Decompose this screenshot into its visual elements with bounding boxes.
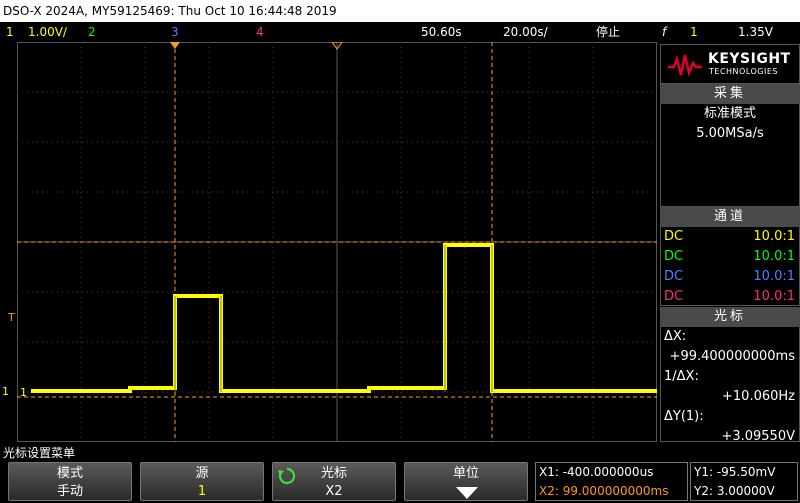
channel-header: 通道	[660, 207, 800, 227]
cursor-x1-marker[interactable]	[170, 42, 180, 49]
inv-delta-x-label: 1/ΔX:	[664, 369, 699, 384]
cursor-softkey-label: 光标	[320, 466, 347, 481]
channel-panel: 通道 DC 10.0:1 DC 10.0:1 DC 10.0:1 DC 10.0…	[660, 207, 800, 306]
x1-readout: X1: -400.000000us	[539, 465, 654, 479]
ch1-number[interactable]: 1	[6, 22, 14, 42]
channel-row-2: DC 10.0:1	[661, 247, 799, 267]
ch3-probe: 10.0:1	[753, 269, 795, 284]
ch2-coupling: DC	[664, 249, 684, 264]
mode-softkey-value: 手动	[56, 484, 83, 499]
acquire-panel: 采集 标准模式 5.00MSa/s	[660, 84, 800, 207]
ch1-trace-label: 1	[20, 386, 27, 399]
status-bar: 1 1.00V/ 2 3 4 50.60s 20.00s/ 停止 f 1 1.3…	[0, 22, 800, 42]
window-title: DSO-X 2024A, MY59125469: Thu Oct 10 16:4…	[0, 0, 800, 22]
inv-delta-x-value: +10.060Hz	[722, 389, 795, 404]
units-softkey-label: 单位	[452, 466, 479, 481]
mode-softkey-label: 模式	[56, 466, 83, 481]
graticule	[17, 42, 657, 442]
ch1-coupling: DC	[664, 229, 684, 244]
ch2-probe: 10.0:1	[753, 249, 795, 264]
cursor-header: 光标	[660, 307, 800, 327]
run-state: 停止	[596, 25, 621, 39]
keysight-wave-icon	[668, 54, 702, 77]
acquire-header: 采集	[660, 84, 800, 104]
cursor-x-readout: X1: -400.000000us X2: 99.000000000ms	[535, 462, 688, 501]
ch1-probe: 10.0:1	[753, 229, 795, 244]
ch1-ground-marker[interactable]: 1	[2, 385, 9, 398]
submenu-arrow-icon	[456, 487, 478, 499]
sample-rate: 5.00MSa/s	[696, 126, 764, 141]
source-softkey[interactable]: 源 1	[140, 462, 264, 501]
trigger-level[interactable]: 1.35V	[738, 22, 773, 42]
logo-brand: KEYSIGHT	[708, 51, 791, 67]
delta-y-value: +3.09550V	[721, 429, 795, 444]
cursor-y-readout: Y1: -95.50mV Y2: 3.00000V	[690, 462, 798, 501]
timebase-readout[interactable]: 20.00s/	[503, 22, 548, 42]
ch3-number[interactable]: 3	[171, 22, 179, 42]
delta-x-value: +99.400000000ms	[669, 349, 795, 364]
keysight-logo: KEYSIGHT TECHNOLOGIES	[660, 44, 800, 84]
delta-x-label: ΔX:	[664, 329, 687, 344]
ch4-number[interactable]: 4	[256, 22, 264, 42]
delay-readout[interactable]: 50.60s	[421, 22, 462, 42]
cursor-softkey[interactable]: 光标 X2	[272, 462, 396, 501]
channel-row-3: DC 10.0:1	[661, 267, 799, 287]
y2-readout: Y2: 3.00000V	[694, 484, 775, 498]
ch1-trace	[31, 243, 657, 393]
ch4-coupling: DC	[664, 289, 684, 304]
menu-title: 光标设置菜单	[3, 446, 76, 460]
ch1-scale[interactable]: 1.00V/	[28, 22, 67, 42]
ch2-number[interactable]: 2	[88, 22, 96, 42]
source-softkey-value: 1	[197, 484, 207, 499]
ch3-coupling: DC	[664, 269, 684, 284]
cursor-panel: 光标 ΔX: +99.400000000ms 1/ΔX: +10.060Hz Δ…	[660, 307, 800, 444]
delta-y-label: ΔY(1):	[664, 409, 704, 424]
logo-sub: TECHNOLOGIES	[709, 67, 778, 76]
trigger-source: 1	[690, 25, 698, 39]
trigger-edge-icon: f	[662, 25, 667, 39]
x2-readout: X2: 99.000000000ms	[539, 484, 669, 498]
mode-softkey[interactable]: 模式 手动	[8, 462, 132, 501]
y1-readout: Y1: -95.50mV	[694, 465, 776, 479]
ch4-probe: 10.0:1	[753, 289, 795, 304]
trigger-level-marker[interactable]: T	[8, 311, 15, 324]
waveform-display[interactable]: 1	[17, 42, 657, 442]
acquire-mode: 标准模式	[703, 106, 756, 121]
units-softkey[interactable]: 单位	[404, 462, 528, 501]
cursor-softkey-value: X2	[325, 484, 343, 499]
channel-row-4: DC 10.0:1	[661, 287, 799, 307]
side-panel: KEYSIGHT TECHNOLOGIES 采集 标准模式 5.00MSa/s …	[660, 44, 800, 444]
source-softkey-label: 源	[195, 466, 209, 481]
channel-row-1: DC 10.0:1	[661, 227, 799, 247]
